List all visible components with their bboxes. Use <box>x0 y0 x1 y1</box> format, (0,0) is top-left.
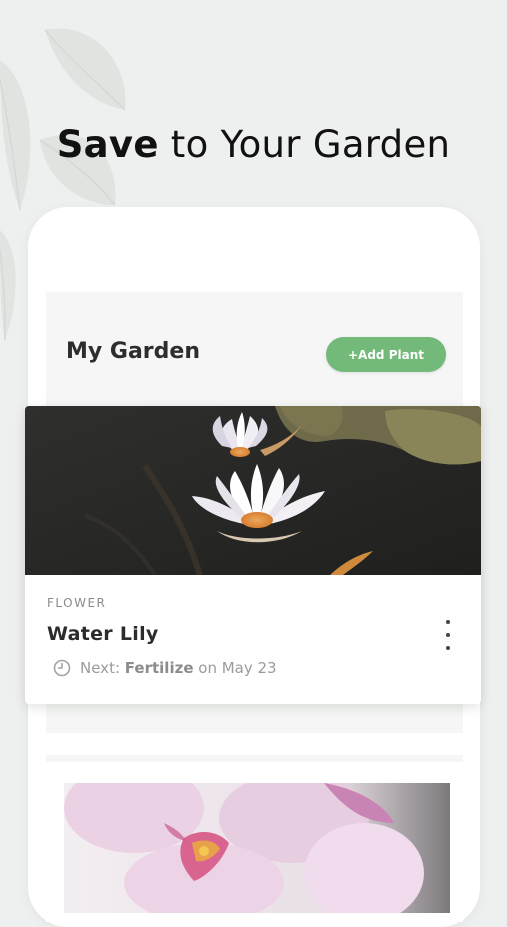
next-prefix: Next: <box>80 659 120 677</box>
add-plant-button[interactable]: +Add Plant <box>326 337 446 372</box>
next-task-row: Next: Fertilize on May 23 <box>53 659 277 677</box>
clock-icon <box>53 659 71 677</box>
orchid-image <box>64 783 450 913</box>
plant-card[interactable]: FLOWER Water Lily Next: Fertilize on May… <box>25 406 481 704</box>
more-vertical-icon[interactable] <box>441 620 455 650</box>
next-task: Fertilize <box>124 659 194 677</box>
headline: Save to Your Garden <box>56 122 451 166</box>
plant-category: FLOWER <box>47 596 107 610</box>
card-separator <box>46 733 463 755</box>
water-lily-image <box>25 406 481 575</box>
plant-name: Water Lily <box>47 623 159 645</box>
next-date: on May 23 <box>198 659 277 677</box>
page-title: My Garden <box>66 339 200 364</box>
